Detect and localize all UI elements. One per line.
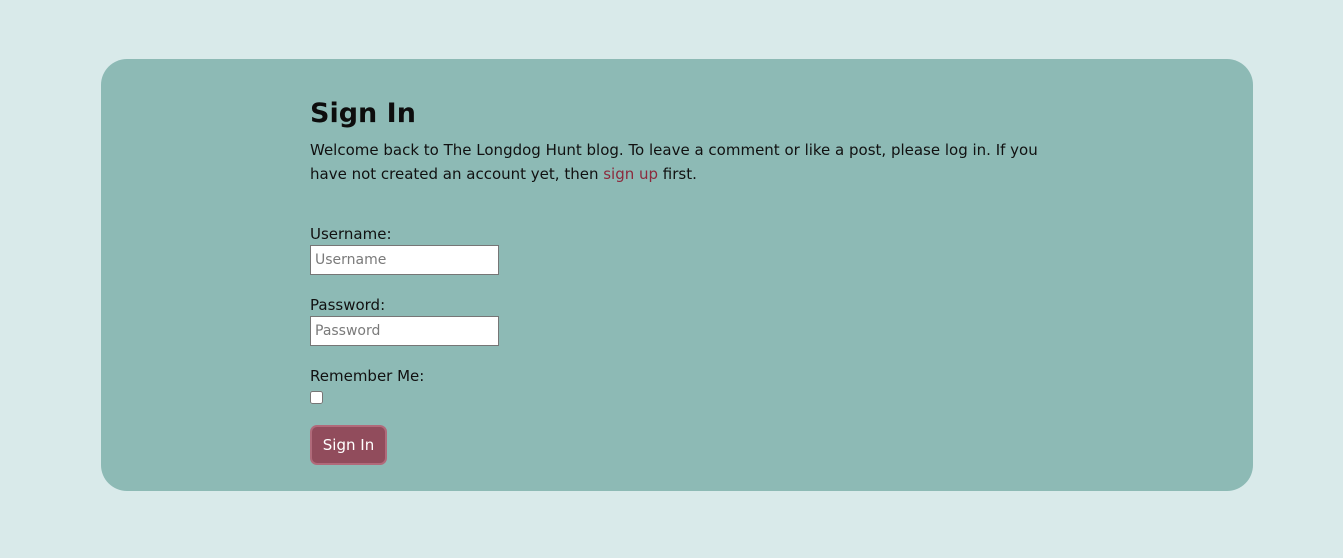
intro-text: Welcome back to The Longdog Hunt blog. T…: [310, 138, 1050, 186]
remember-me-checkbox[interactable]: [310, 391, 323, 404]
password-label: Password:: [310, 296, 386, 314]
signin-content: Sign In Welcome back to The Longdog Hunt…: [310, 97, 1050, 465]
signin-card: Sign In Welcome back to The Longdog Hunt…: [101, 59, 1253, 491]
sign-in-button[interactable]: Sign In: [310, 425, 387, 465]
signin-form: Username: Password: Remember Me: Sign In: [310, 224, 1050, 465]
signup-link[interactable]: sign up: [603, 165, 658, 183]
intro-text-after: first.: [658, 165, 697, 183]
password-input[interactable]: [310, 316, 499, 346]
remember-me-label: Remember Me:: [310, 367, 425, 385]
username-label: Username:: [310, 225, 392, 243]
username-input[interactable]: [310, 245, 499, 275]
page-title: Sign In: [310, 98, 416, 129]
